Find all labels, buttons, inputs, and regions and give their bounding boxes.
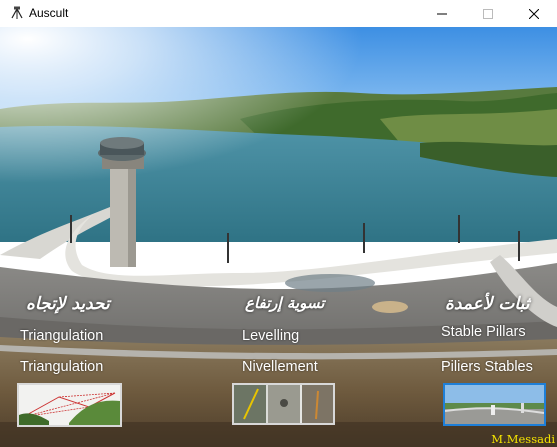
triangulation-english-label: Triangulation — [20, 328, 104, 344]
triangulation-french-label: Triangulation — [20, 359, 104, 375]
minimize-icon — [437, 13, 447, 14]
levelling-thumbnail[interactable] — [232, 383, 335, 425]
triangulation-thumbnail[interactable] — [17, 383, 122, 427]
maximize-icon — [483, 8, 493, 19]
pillars-photo-icon — [445, 385, 544, 424]
triangulation-diagram-icon — [19, 385, 120, 425]
pillars-thumbnail[interactable] — [443, 383, 546, 426]
minimize-button[interactable] — [419, 0, 465, 27]
app-icon — [11, 6, 23, 19]
levelling-english-label: Levelling — [242, 328, 300, 344]
levelling-french-label: Nivellement — [242, 359, 318, 375]
window-title: Auscult — [29, 6, 69, 20]
author-credit: M.Messadi — [491, 432, 555, 446]
pillars-english-label: Stable Pillars — [441, 324, 526, 340]
pillars-french-label: Piliers Stables — [441, 359, 533, 375]
dam-background: تحديد لإتجاه Triangulation Triangulation… — [0, 27, 557, 447]
levelling-arabic-label: تسوية إرتفاع — [245, 294, 325, 312]
triangulation-arabic-label: تحديد لإتجاه — [26, 294, 110, 314]
title-bar: Auscult — [0, 0, 557, 27]
maximize-button[interactable] — [465, 0, 511, 27]
pillars-arabic-label: ثبات لأعمدة — [445, 294, 530, 314]
close-icon — [529, 8, 539, 19]
close-button[interactable] — [511, 0, 557, 27]
levelling-photo-icon — [234, 385, 333, 423]
